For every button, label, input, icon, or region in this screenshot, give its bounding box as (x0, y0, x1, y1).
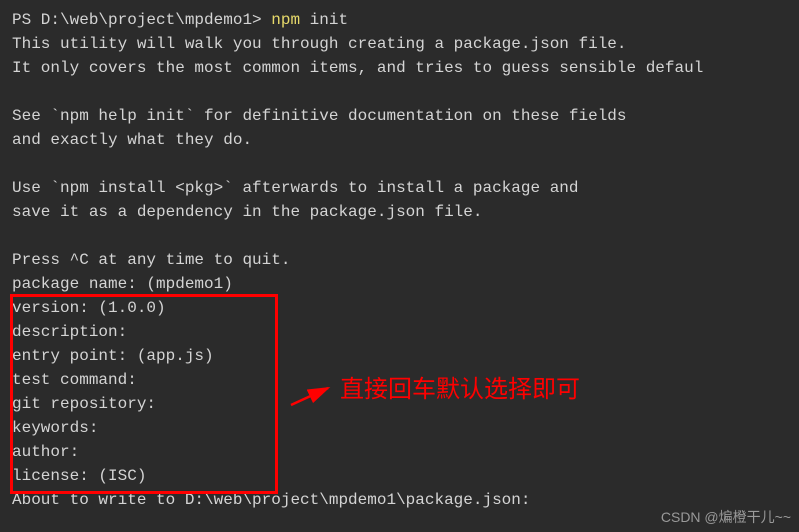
prompt-package-name[interactable]: package name: (mpdemo1) (12, 272, 787, 296)
prompt-license[interactable]: license: (ISC) (12, 464, 787, 488)
output-line: Use `npm install <pkg>` afterwards to in… (12, 176, 787, 200)
prompt-path: PS D:\web\project\mpdemo1> (12, 11, 271, 29)
prompt-line: PS D:\web\project\mpdemo1> npm init (12, 8, 787, 32)
output-line: See `npm help init` for definitive docum… (12, 104, 787, 128)
output-line: This utility will walk you through creat… (12, 32, 787, 56)
prompt-version[interactable]: version: (1.0.0) (12, 296, 787, 320)
prompt-author[interactable]: author: (12, 440, 787, 464)
output-line: It only covers the most common items, an… (12, 56, 787, 80)
prompt-entry-point[interactable]: entry point: (app.js) (12, 344, 787, 368)
watermark-text: CSDN @煸橙干儿~~ (661, 507, 791, 528)
command-npm: npm (271, 11, 300, 29)
command-init: init (300, 11, 348, 29)
output-line: Press ^C at any time to quit. (12, 248, 787, 272)
output-line (12, 224, 787, 248)
output-line: save it as a dependency in the package.j… (12, 200, 787, 224)
output-line: and exactly what they do. (12, 128, 787, 152)
output-line (12, 152, 787, 176)
output-line (12, 80, 787, 104)
prompt-keywords[interactable]: keywords: (12, 416, 787, 440)
annotation-text: 直接回车默认选择即可 (340, 372, 580, 408)
prompt-description[interactable]: description: (12, 320, 787, 344)
